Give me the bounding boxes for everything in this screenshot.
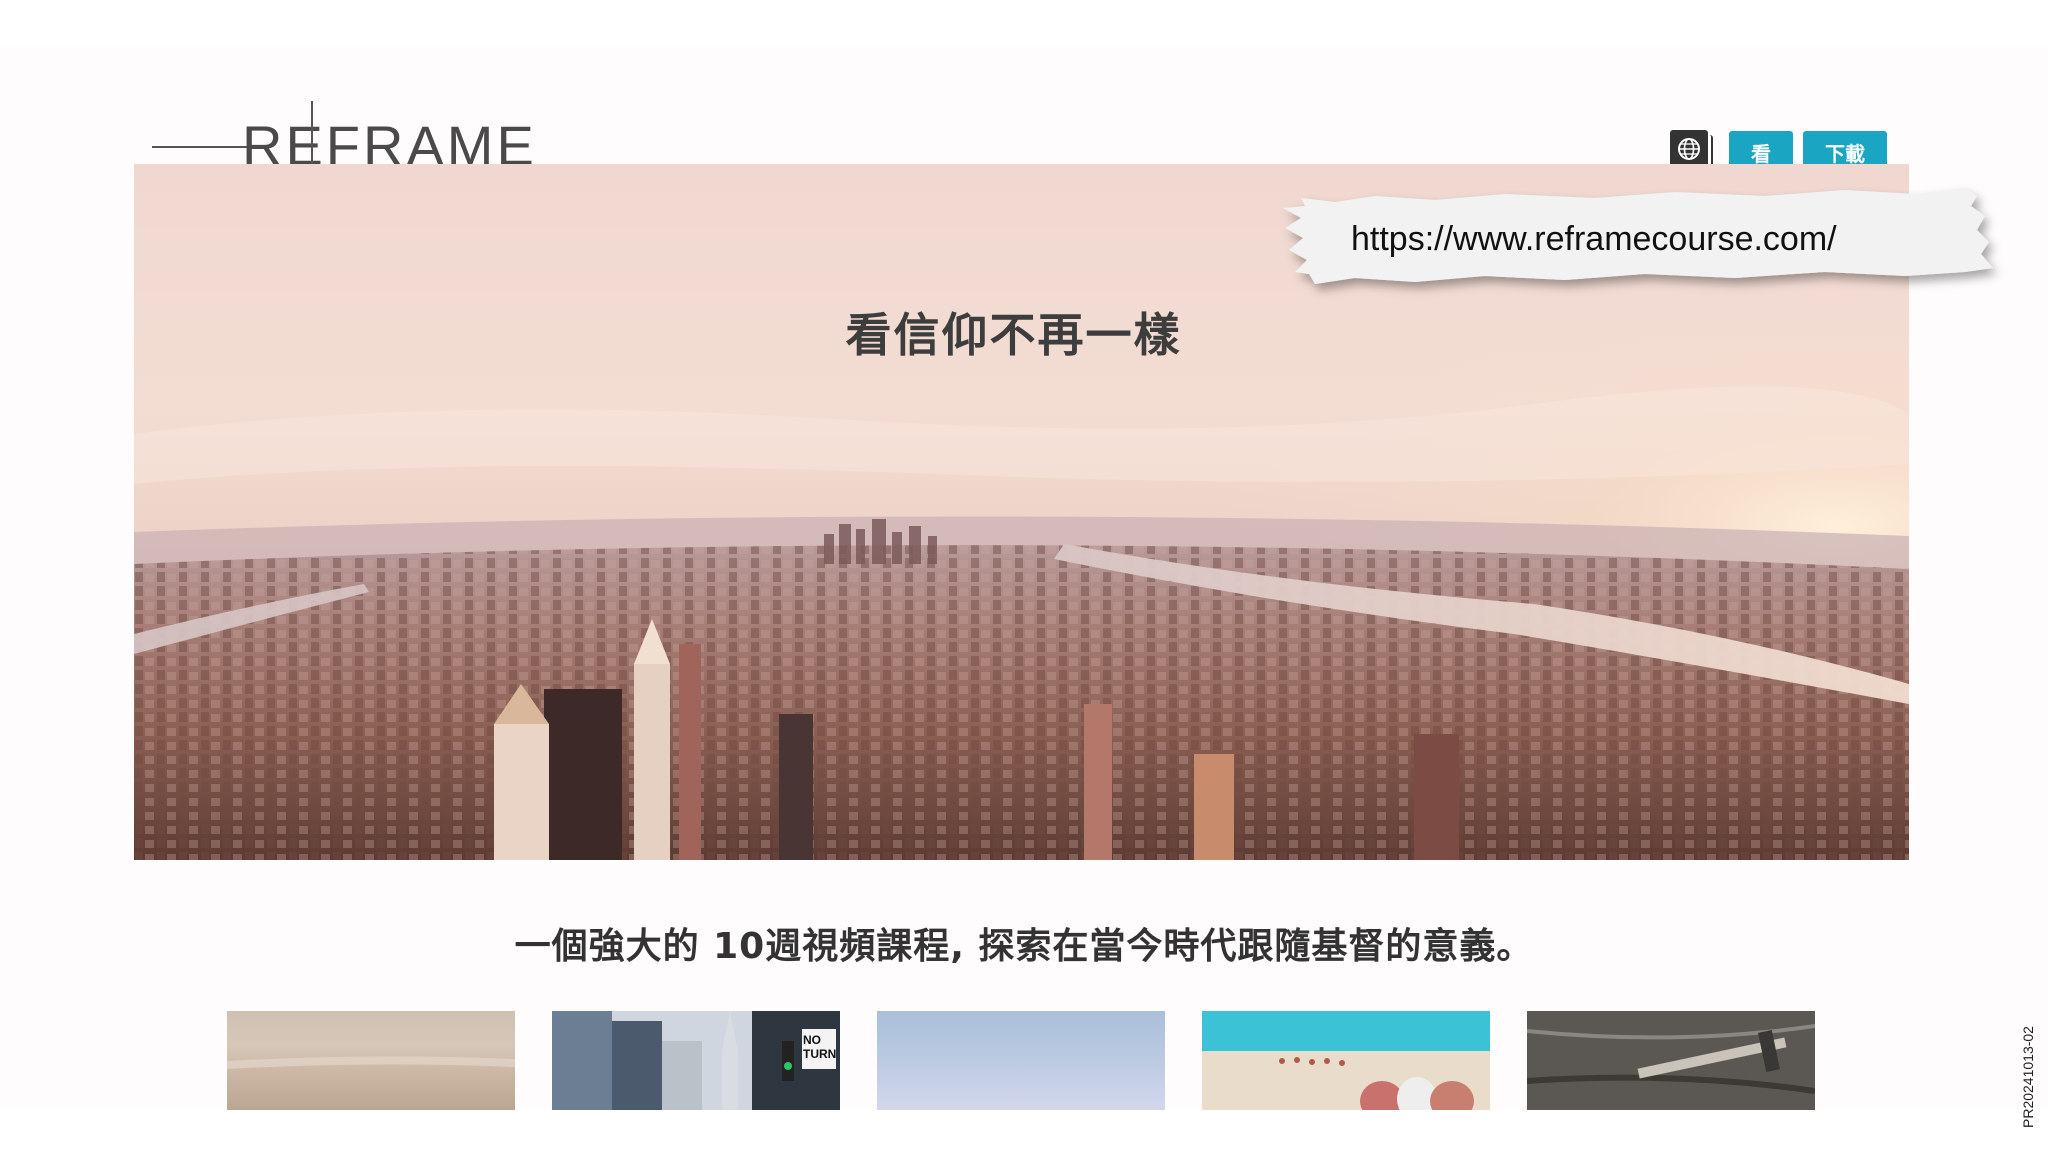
document-code: PR20241013-02 bbox=[2020, 1026, 2036, 1128]
hero-title: 看信仰不再一樣 bbox=[845, 308, 1182, 362]
no-turn-sign-text: NO TURN bbox=[803, 1033, 837, 1061]
thumbnail-sky[interactable] bbox=[877, 1011, 1165, 1110]
course-description: 一個強大的 10週視頻課程, 探索在當今時代跟隨基督的意義。 bbox=[514, 926, 1534, 967]
logo-line bbox=[152, 146, 248, 148]
thumbnail-desert[interactable] bbox=[1202, 1011, 1490, 1110]
course-url[interactable]: https://www.reframecourse.com/ bbox=[1351, 220, 1837, 259]
thumbnail-strip: NO TURN bbox=[227, 1011, 1817, 1110]
thumbnail-city-street[interactable]: NO TURN bbox=[552, 1011, 840, 1110]
url-label-tag: https://www.reframecourse.com/ bbox=[1265, 150, 2015, 300]
thumbnail-horizon[interactable] bbox=[227, 1011, 515, 1110]
thumbnail-hammer[interactable] bbox=[1527, 1011, 1815, 1110]
